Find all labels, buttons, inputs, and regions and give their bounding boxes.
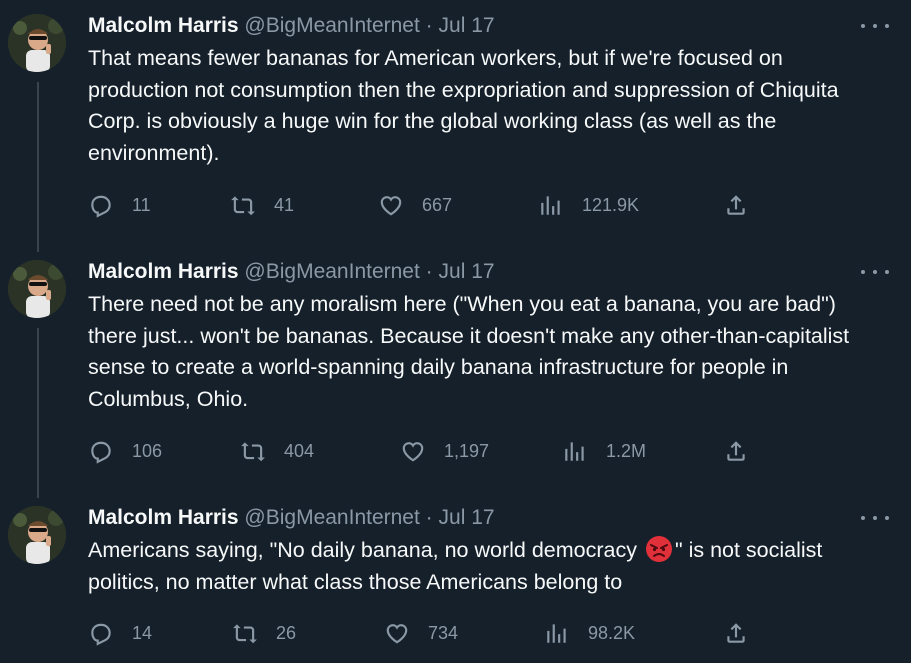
author-handle[interactable]: @BigMeanInternet — [244, 260, 419, 283]
share-button[interactable] — [723, 618, 749, 648]
separator-dot: · — [425, 14, 433, 37]
separator-dot: · — [425, 260, 433, 283]
tweet-header: Malcolm Harris @BigMeanInternet · Jul 17 — [88, 13, 495, 39]
tweet-date[interactable]: Jul 17 — [439, 506, 495, 529]
share-icon — [727, 441, 745, 461]
tweet-header: Malcolm Harris @BigMeanInternet · Jul 17 — [88, 259, 495, 285]
tweet[interactable]: Malcolm Harris @BigMeanInternet · Jul 17… — [0, 0, 911, 246]
repost-count: 41 — [274, 194, 295, 215]
repost-icon — [231, 196, 255, 216]
tweet-text: There need not be any moralism here ("Wh… — [88, 292, 850, 411]
reply-button[interactable]: 106 — [88, 436, 162, 466]
repost-count: 26 — [276, 622, 297, 643]
tweet-text-part: Americans saying, "No daily banana, no w… — [88, 538, 643, 562]
avatar[interactable] — [8, 260, 66, 318]
views-icon — [565, 442, 584, 461]
author-handle[interactable]: @BigMeanInternet — [244, 506, 419, 529]
share-button[interactable] — [723, 436, 749, 466]
like-icon — [386, 624, 408, 644]
more-icon[interactable] — [861, 16, 889, 36]
views-button[interactable]: 121.9K — [538, 190, 639, 220]
share-icon — [727, 623, 745, 643]
share-button[interactable] — [723, 190, 749, 220]
more-icon[interactable] — [861, 508, 889, 528]
like-button[interactable]: 667 — [378, 190, 452, 220]
avatar[interactable] — [8, 506, 66, 564]
tweet[interactable]: Malcolm Harris @BigMeanInternet · Jul 17… — [0, 246, 911, 492]
reply-count: 14 — [132, 622, 153, 643]
avatar[interactable] — [8, 14, 66, 72]
repost-button[interactable]: 404 — [240, 436, 314, 466]
like-button[interactable]: 1,197 — [400, 436, 489, 466]
separator-dot: · — [425, 506, 433, 529]
reply-count: 11 — [132, 194, 151, 215]
repost-count: 404 — [284, 440, 315, 461]
tweet[interactable]: Malcolm Harris @BigMeanInternet · Jul 17… — [0, 492, 911, 663]
like-button[interactable]: 734 — [384, 618, 458, 648]
views-button[interactable]: 1.2M — [562, 436, 646, 466]
angry-face-emoji — [645, 536, 672, 562]
reply-icon — [91, 441, 111, 464]
tweet-actions: 14 26 734 98.2K — [88, 618, 768, 648]
like-count: 1,197 — [444, 440, 490, 461]
like-icon — [402, 442, 424, 462]
repost-button[interactable]: 26 — [232, 618, 296, 648]
repost-icon — [233, 624, 257, 644]
more-icon[interactable] — [861, 262, 889, 282]
share-icon — [727, 195, 745, 215]
author-name[interactable]: Malcolm Harris — [88, 14, 239, 37]
views-count: 98.2K — [588, 622, 636, 643]
tweet-header: Malcolm Harris @BigMeanInternet · Jul 17 — [88, 505, 495, 531]
reply-icon — [91, 195, 111, 218]
repost-icon — [241, 442, 265, 462]
reply-count: 106 — [132, 440, 163, 461]
views-count: 1.2M — [606, 440, 647, 461]
views-icon — [547, 624, 566, 643]
tweet-text: Americans saying, "No daily banana, no w… — [88, 535, 888, 598]
views-count: 121.9K — [582, 194, 640, 215]
author-name[interactable]: Malcolm Harris — [88, 260, 239, 283]
like-count: 667 — [422, 194, 453, 215]
tweet-date[interactable]: Jul 17 — [439, 14, 495, 37]
views-icon — [541, 196, 560, 215]
tweet-date[interactable]: Jul 17 — [439, 260, 495, 283]
tweet-actions: 106 404 1,197 1.2M — [88, 436, 768, 466]
views-button[interactable]: 98.2K — [544, 618, 635, 648]
like-count: 734 — [428, 622, 459, 643]
tweet-text: That means fewer bananas for American wo… — [88, 46, 839, 165]
reply-button[interactable]: 11 — [88, 190, 151, 220]
reply-button[interactable]: 14 — [88, 618, 152, 648]
like-icon — [380, 196, 402, 216]
reply-icon — [91, 623, 111, 646]
repost-button[interactable]: 41 — [230, 190, 294, 220]
author-name[interactable]: Malcolm Harris — [88, 506, 239, 529]
author-handle[interactable]: @BigMeanInternet — [244, 14, 419, 37]
tweet-actions: 11 41 667 121.9K — [88, 190, 768, 220]
